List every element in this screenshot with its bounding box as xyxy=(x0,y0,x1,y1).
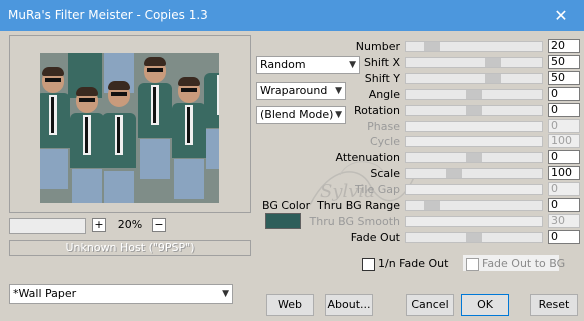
cancel-button[interactable]: Cancel xyxy=(406,294,454,316)
rotation-slider[interactable] xyxy=(405,105,543,116)
tile-gap-label: Tile Gap xyxy=(354,183,400,196)
title-bar: MuRa's Filter Meister - Copies 1.3 ✕ xyxy=(0,0,584,31)
fade-out-label: Fade Out xyxy=(350,231,400,244)
edge-select[interactable]: Wraparound ▼ xyxy=(256,82,346,100)
shift-x-value-field[interactable]: 50 xyxy=(548,55,580,69)
chevron-down-icon: ▼ xyxy=(349,60,356,70)
shift-y-slider[interactable] xyxy=(405,73,543,84)
preset-select[interactable]: *Wall Paper ▼ xyxy=(9,284,233,304)
attenuation-label: Attenuation xyxy=(335,151,400,164)
number-slider[interactable] xyxy=(405,41,543,52)
preview-image[interactable] xyxy=(40,53,219,203)
angle-value-field[interactable]: 0 xyxy=(548,87,580,101)
thru-bg-range-label: Thru BG Range xyxy=(317,199,400,212)
attenuation-slider-thumb[interactable] xyxy=(466,153,482,162)
scale-slider-thumb[interactable] xyxy=(446,169,462,178)
zoom-in-button[interactable]: + xyxy=(92,218,106,232)
edge-select-value: Wraparound xyxy=(260,84,328,97)
rotation-slider-thumb[interactable] xyxy=(466,106,482,115)
preset-select-value: *Wall Paper xyxy=(13,287,77,300)
attenuation-value-field[interactable]: 0 xyxy=(548,150,580,164)
shift-x-slider-thumb[interactable] xyxy=(485,58,501,67)
thru-bg-range-value-field[interactable]: 0 xyxy=(548,198,580,212)
fade-out-n-checkbox[interactable] xyxy=(362,258,375,271)
fade-out-n-label: 1/n Fade Out xyxy=(378,257,449,270)
number-label: Number xyxy=(355,40,400,53)
angle-slider-thumb[interactable] xyxy=(466,90,482,99)
scale-slider[interactable] xyxy=(405,168,543,179)
mode-select-value: Random xyxy=(260,58,306,71)
angle-label: Angle xyxy=(368,88,400,101)
preview-scroll-box[interactable] xyxy=(9,218,86,234)
ok-button[interactable]: OK xyxy=(461,294,509,316)
cycle-value-field: 100 xyxy=(548,134,580,148)
chevron-down-icon: ▼ xyxy=(335,110,342,120)
host-status: Unknown Host ("9PSP") xyxy=(9,240,251,256)
cycle-label: Cycle xyxy=(369,135,400,148)
scale-value-field[interactable]: 100 xyxy=(548,166,580,180)
shift-y-label: Shift Y xyxy=(364,72,400,85)
fade-out-bg-checkbox[interactable] xyxy=(466,258,479,271)
zoom-out-button[interactable]: − xyxy=(152,218,166,232)
thru-bg-smooth-label: Thru BG Smooth xyxy=(309,215,401,228)
thru-bg-range-slider[interactable] xyxy=(405,200,543,211)
fade-out-slider-thumb[interactable] xyxy=(466,233,482,242)
phase-slider xyxy=(405,121,543,132)
angle-slider[interactable] xyxy=(405,89,543,100)
tile-gap-value-field: 0 xyxy=(548,182,580,196)
close-icon[interactable]: ✕ xyxy=(538,0,584,31)
zoom-level: 20% xyxy=(117,218,143,231)
chevron-down-icon: ▼ xyxy=(335,86,342,96)
web-button[interactable]: Web xyxy=(266,294,314,316)
fade-out-slider[interactable] xyxy=(405,232,543,243)
chevron-down-icon: ▼ xyxy=(222,289,229,299)
phase-label: Phase xyxy=(367,120,400,133)
tile-gap-slider xyxy=(405,184,543,195)
thru-bg-range-slider-thumb[interactable] xyxy=(424,201,440,210)
fade-out-bg-label: Fade Out to BG xyxy=(482,257,566,270)
shift-x-label: Shift X xyxy=(363,56,400,69)
cycle-slider xyxy=(405,136,543,147)
window-title: MuRa's Filter Meister - Copies 1.3 xyxy=(8,8,208,22)
number-slider-thumb[interactable] xyxy=(424,42,440,51)
bg-color-swatch[interactable] xyxy=(265,213,301,229)
thru-bg-smooth-slider xyxy=(405,216,543,227)
fade-out-value-field[interactable]: 0 xyxy=(548,230,580,244)
number-value-field[interactable]: 20 xyxy=(548,39,580,53)
blend-mode-select-value: (Blend Mode) xyxy=(260,108,334,121)
blend-mode-select[interactable]: (Blend Mode) ▼ xyxy=(256,106,346,124)
mode-select[interactable]: Random ▼ xyxy=(256,56,360,74)
thru-bg-smooth-value-field: 30 xyxy=(548,214,580,228)
reset-button[interactable]: Reset xyxy=(530,294,578,316)
preview-frame xyxy=(9,35,251,213)
attenuation-slider[interactable] xyxy=(405,152,543,163)
phase-value-field: 0 xyxy=(548,119,580,133)
scale-label: Scale xyxy=(370,167,400,180)
rotation-value-field[interactable]: 0 xyxy=(548,103,580,117)
rotation-label: Rotation xyxy=(353,104,400,117)
shift-y-slider-thumb[interactable] xyxy=(485,74,501,83)
shift-y-value-field[interactable]: 50 xyxy=(548,71,580,85)
about-button[interactable]: About... xyxy=(325,294,373,316)
shift-x-slider[interactable] xyxy=(405,57,543,68)
